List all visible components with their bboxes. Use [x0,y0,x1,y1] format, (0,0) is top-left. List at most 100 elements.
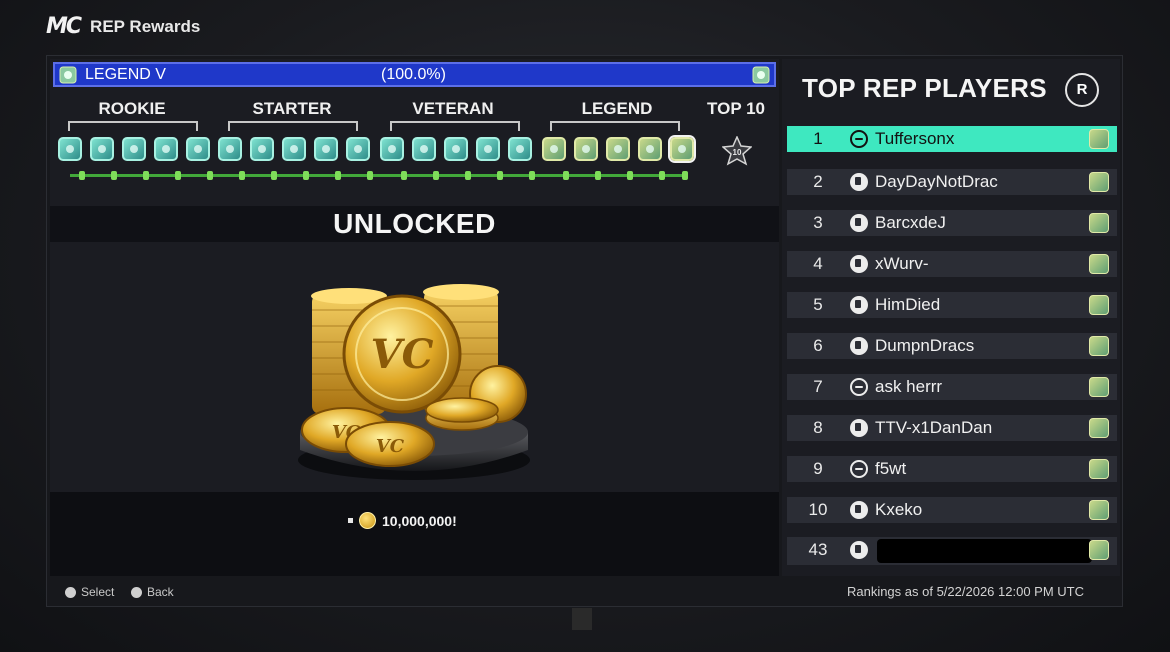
vc-coin-icon [359,512,376,529]
tv-stand [572,608,592,630]
tier-bracket [68,121,198,131]
progress-dot [659,171,665,180]
progress-dot [303,171,309,180]
legend-rank-icon[interactable] [574,137,598,161]
playstation-icon [850,296,868,314]
tier-bracket [550,121,680,131]
level-name: LEGEND V [85,66,166,83]
progress-dot [595,171,601,180]
veteran-rank-icon[interactable] [508,137,532,161]
leaderboard-row[interactable]: 6 DumpnDracs [787,333,1117,359]
leaderboard-row[interactable]: 8 TTV-x1DanDan [787,415,1117,441]
playstation-icon [850,173,868,191]
legend-badge-icon [1089,459,1109,479]
leaderboard-row[interactable]: 3 BarcxdeJ [787,210,1117,236]
select-button-icon [65,586,76,598]
player-rank: 1 [813,129,823,148]
player-name: DayDayNotDrac [875,172,998,191]
starter-rank-icon[interactable] [282,137,306,161]
tier-label-starter: STARTER [252,99,332,118]
legend-badge-icon [1089,213,1109,233]
veteran-rank-icon[interactable] [380,137,404,161]
footer-bar: Select Back Rankings as of 5/22/2026 12:… [47,576,1124,608]
redacted-name [877,539,1092,563]
player-rank: 9 [813,459,823,478]
legend-rank-icon[interactable] [606,137,630,161]
progress-dot [465,171,471,180]
legend-badge-icon [1089,254,1109,274]
player-rank: 6 [813,336,823,355]
progress-dot [207,171,213,180]
player-rank: 2 [813,172,823,191]
leaderboard-row[interactable]: 7 ask herrr [787,374,1117,400]
progress-dot [271,171,277,180]
svg-text:VC: VC [376,436,405,457]
rankings-timestamp: Rankings as of 5/22/2026 12:00 PM UTC [846,584,1084,599]
back-hint[interactable]: Back [131,585,174,599]
rep-rewards-screen: LEGEND V (100.0%) ROOKIE STARTER VETERAN… [46,55,1123,607]
level-percent: (100.0%) [381,66,446,83]
leaderboard-title: TOP REP PLAYERS [802,73,1047,103]
legend-badge-icon [1089,540,1109,560]
r-button-icon[interactable]: R [1065,73,1099,107]
starter-rank-icon[interactable] [250,137,274,161]
playstation-icon [850,255,868,273]
progress-dot [175,171,181,180]
tier-label-legend: LEGEND [581,99,653,118]
starter-rank-icon[interactable] [314,137,338,161]
legend-badge-icon [1089,295,1109,315]
top10-star-icon[interactable]: 10 [722,136,752,166]
progress-dot [401,171,407,180]
player-name: f5wt [875,459,907,478]
player-rank: 8 [813,418,823,437]
xbox-icon [850,378,868,396]
select-hint[interactable]: Select [65,585,114,599]
progress-dot [79,171,85,180]
tier-label-veteran: VETERAN [412,99,494,118]
select-hint-label: Select [81,585,115,599]
playstation-icon [850,337,868,355]
legend-v-rank-icon-selected[interactable] [670,137,694,161]
progress-dot [111,171,117,180]
playstation-icon [850,501,868,519]
leaderboard-row[interactable]: 9 f5wt [787,456,1117,482]
player-rank: 5 [813,295,823,314]
legend-rank-icon[interactable] [638,137,662,161]
veteran-rank-icon[interactable] [476,137,500,161]
rookie-rank-icon[interactable] [58,137,82,161]
tier-bracket [390,121,520,131]
rookie-rank-icon[interactable] [122,137,146,161]
own-rank-row[interactable]: 43 [787,537,1117,565]
reward-status: UNLOCKED [333,208,496,239]
vc-coins-illustration: VC VC VC [298,284,530,480]
starter-rank-icon[interactable] [218,137,242,161]
leaderboard-row[interactable]: 5 HimDied [787,292,1117,318]
rookie-rank-icon[interactable] [154,137,178,161]
player-rank: 3 [813,213,823,232]
rank-progress-line [70,171,688,180]
veteran-rank-icon[interactable] [412,137,436,161]
progress-dot [627,171,633,180]
mc-logo: MC [46,14,82,39]
progress-dot [529,171,535,180]
rookie-rank-icon[interactable] [186,137,210,161]
legend-badge-icon [1089,129,1109,149]
progress-dot [367,171,373,180]
progress-dot [497,171,503,180]
leaderboard-row[interactable]: 2 DayDayNotDrac [787,169,1117,195]
legend-rank-icon[interactable] [542,137,566,161]
rookie-rank-icon[interactable] [90,137,114,161]
legend-badge-icon [1089,336,1109,356]
playstation-icon [850,419,868,437]
leaderboard-row[interactable]: 1 Tuffersonx [787,126,1117,152]
veteran-rank-icon[interactable] [444,137,468,161]
header: MC REP Rewards [46,14,200,39]
player-name: xWurv- [875,254,929,273]
rank-icon-row [50,137,779,167]
progress-dot [239,171,245,180]
leaderboard-row[interactable]: 10 Kxeko [787,497,1117,523]
leaderboard-row[interactable]: 4 xWurv- [787,251,1117,277]
leaderboard-panel: TOP REP PLAYERS R 1 Tuffersonx 2 DayDayN… [782,59,1120,576]
player-name: BarcxdeJ [875,213,946,232]
starter-rank-icon[interactable] [346,137,370,161]
